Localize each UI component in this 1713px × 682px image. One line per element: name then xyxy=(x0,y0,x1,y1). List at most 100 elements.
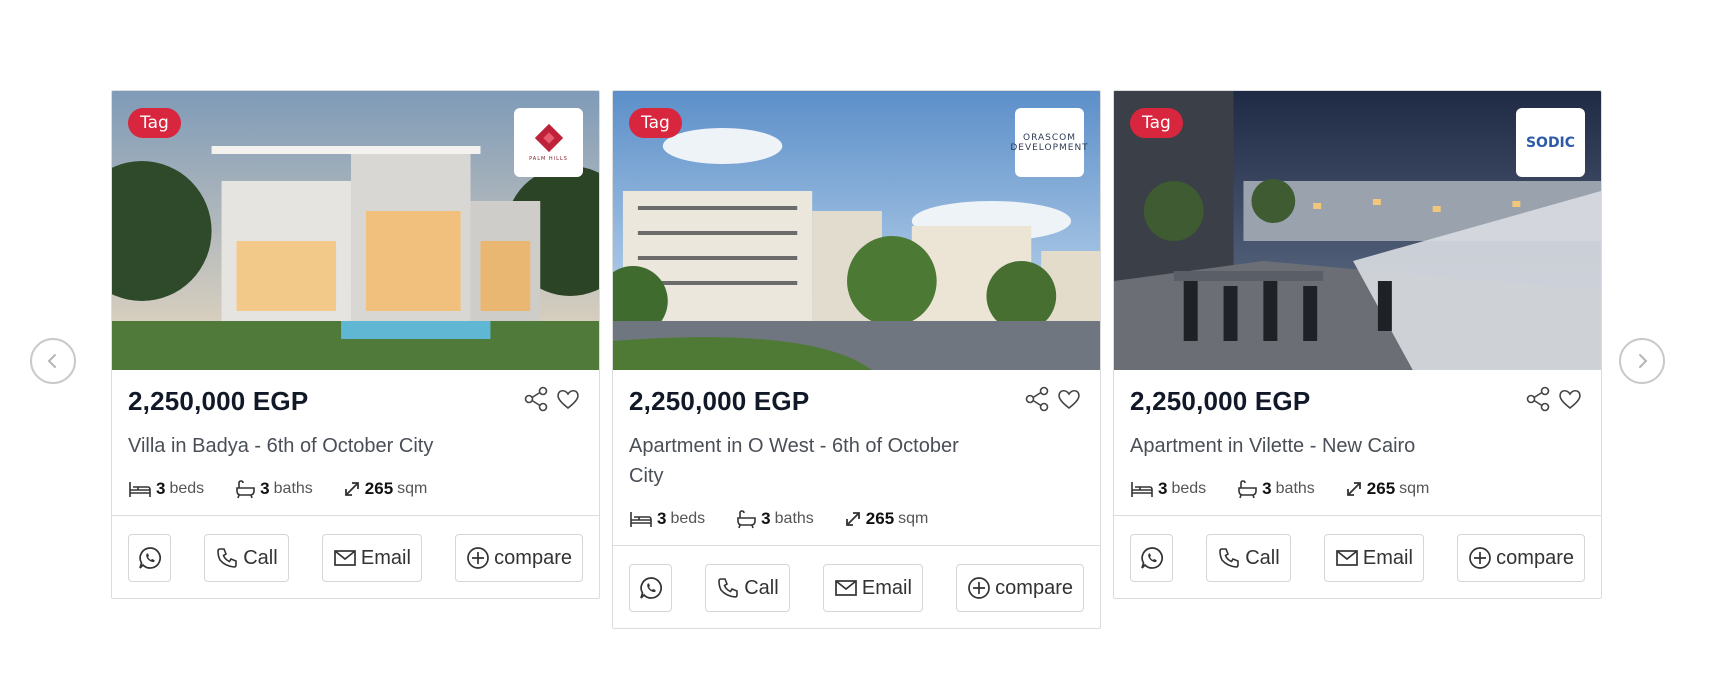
heart-icon xyxy=(1559,389,1581,410)
bed-icon xyxy=(630,512,652,527)
developer-logo-text: ORASCOM DEVELOPMENT xyxy=(1010,132,1089,153)
beds-spec: 3 beds xyxy=(1130,479,1206,499)
heart-icon xyxy=(557,389,579,410)
bathtub-icon xyxy=(737,510,756,529)
developer-logo[interactable]: PALM HILLS xyxy=(514,108,583,177)
baths-spec: 3 baths xyxy=(234,479,313,499)
listing-photo[interactable]: Tag ORASCOM DEVELOPMENT xyxy=(613,91,1100,370)
developer-logo-text: SODIC xyxy=(1525,134,1576,151)
phone-icon xyxy=(217,548,238,568)
call-label: Call xyxy=(243,546,278,569)
beds-count: 3 xyxy=(657,509,667,528)
share-button[interactable] xyxy=(1022,384,1052,414)
bathtub-icon xyxy=(236,480,255,499)
beds-count: 3 xyxy=(1158,479,1168,498)
developer-logo-text: PALM HILLS xyxy=(529,156,568,162)
beds-spec: 3 beds xyxy=(128,479,204,499)
whatsapp-icon xyxy=(138,547,161,569)
baths-count: 3 xyxy=(761,509,771,528)
area-value: 265 xyxy=(1366,479,1396,498)
area-value: 265 xyxy=(364,479,394,498)
carousel-prev-button[interactable] xyxy=(30,338,76,384)
baths-count: 3 xyxy=(260,479,270,498)
listing-tag: Tag xyxy=(128,108,181,138)
email-label: Email xyxy=(1362,546,1413,569)
developer-logo[interactable]: ORASCOM DEVELOPMENT xyxy=(1010,108,1088,177)
bathtub-icon xyxy=(1238,480,1257,499)
baths-unit: baths xyxy=(273,480,313,497)
email-label: Email xyxy=(861,576,912,599)
bed-icon xyxy=(129,482,151,497)
listing-photo[interactable]: Tag SODIC xyxy=(1114,91,1601,370)
favorite-button[interactable] xyxy=(1054,384,1084,414)
baths-unit: baths xyxy=(1275,480,1315,497)
call-label: Call xyxy=(1245,546,1280,569)
share-icon xyxy=(1025,386,1049,412)
expand-icon xyxy=(845,512,860,526)
beds-unit: beds xyxy=(1171,480,1207,497)
heart-icon xyxy=(1058,389,1080,410)
baths-unit: baths xyxy=(774,510,814,527)
compare-button[interactable]: compare xyxy=(455,534,583,582)
whatsapp-icon xyxy=(1140,547,1163,569)
mail-icon xyxy=(835,580,857,596)
plus-circle-icon xyxy=(467,547,490,569)
phone-icon xyxy=(718,578,739,598)
area-spec: 265 sqm xyxy=(844,509,929,529)
baths-spec: 3 baths xyxy=(735,509,814,529)
area-unit: sqm xyxy=(1399,480,1430,497)
listing-card[interactable]: Tag SODIC 2,250,000 EGP Apartment in Vil… xyxy=(1113,90,1602,599)
email-button[interactable]: Email xyxy=(1323,534,1424,582)
listing-title[interactable]: Apartment in Vilette - New Cairo xyxy=(1130,431,1570,461)
email-button[interactable]: Email xyxy=(822,564,923,612)
palm-hills-logo-icon xyxy=(534,123,563,153)
area-spec: 265 sqm xyxy=(343,479,428,499)
chevron-right-icon xyxy=(1639,354,1648,368)
compare-label: compare xyxy=(995,576,1073,599)
share-button[interactable] xyxy=(1523,384,1553,414)
carousel-next-button[interactable] xyxy=(1619,338,1665,384)
whatsapp-button[interactable] xyxy=(128,534,171,582)
phone-icon xyxy=(1219,548,1240,568)
listing-price: 2,250,000 EGP xyxy=(1130,386,1311,416)
listing-card[interactable]: Tag PALM HILLS 2,250,000 EGP Villa in Ba… xyxy=(111,90,600,599)
mail-icon xyxy=(334,550,356,566)
favorite-button[interactable] xyxy=(1555,384,1585,414)
mail-icon xyxy=(1336,550,1358,566)
baths-spec: 3 baths xyxy=(1236,479,1315,499)
call-button[interactable]: Call xyxy=(705,564,790,612)
share-icon xyxy=(524,386,548,412)
share-icon xyxy=(1526,386,1550,412)
email-label: Email xyxy=(360,546,411,569)
area-unit: sqm xyxy=(898,510,929,527)
compare-label: compare xyxy=(494,546,572,569)
listing-title[interactable]: Apartment in O West - 6th of October Cit… xyxy=(629,431,969,491)
favorite-button[interactable] xyxy=(553,384,583,414)
compare-button[interactable]: compare xyxy=(956,564,1084,612)
listing-photo[interactable]: Tag PALM HILLS xyxy=(112,91,599,370)
email-button[interactable]: Email xyxy=(321,534,422,582)
call-button[interactable]: Call xyxy=(1206,534,1291,582)
whatsapp-button[interactable] xyxy=(1130,534,1173,582)
chevron-left-icon xyxy=(47,354,56,368)
developer-logo[interactable]: SODIC xyxy=(1516,108,1585,177)
listing-carousel: Tag PALM HILLS 2,250,000 EGP Villa in Ba… xyxy=(0,0,1713,682)
listing-card[interactable]: Tag ORASCOM DEVELOPMENT 2,250,000 EGP Ap… xyxy=(612,90,1101,629)
compare-label: compare xyxy=(1496,546,1574,569)
whatsapp-icon xyxy=(639,577,662,599)
plus-circle-icon xyxy=(1469,547,1492,569)
plus-circle-icon xyxy=(968,577,991,599)
compare-button[interactable]: compare xyxy=(1457,534,1585,582)
beds-unit: beds xyxy=(169,480,205,497)
expand-icon xyxy=(1346,482,1361,496)
whatsapp-button[interactable] xyxy=(629,564,672,612)
listing-price: 2,250,000 EGP xyxy=(629,386,810,416)
call-button[interactable]: Call xyxy=(204,534,289,582)
listing-tag: Tag xyxy=(1130,108,1183,138)
area-spec: 265 sqm xyxy=(1345,479,1430,499)
baths-count: 3 xyxy=(1262,479,1272,498)
listing-title[interactable]: Villa in Badya - 6th of October City xyxy=(128,431,568,461)
listing-tag: Tag xyxy=(629,108,682,138)
area-unit: sqm xyxy=(397,480,428,497)
share-button[interactable] xyxy=(521,384,551,414)
